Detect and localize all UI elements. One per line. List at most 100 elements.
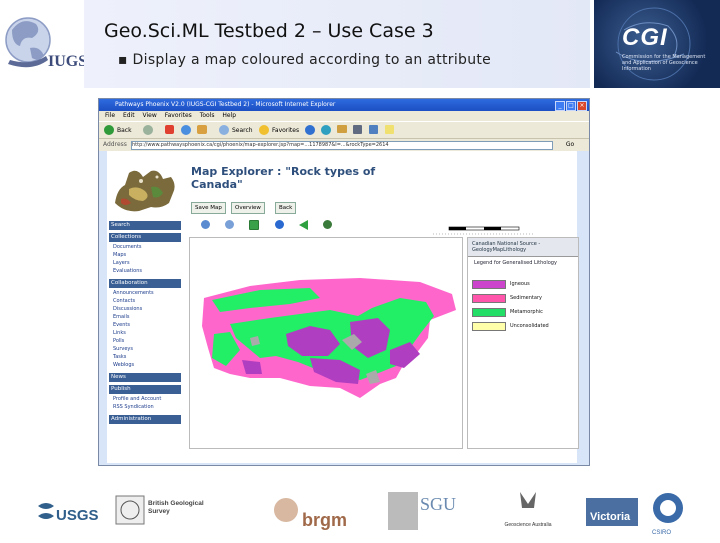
save-map-button[interactable]: Save Map [191, 202, 226, 214]
browser-title-bar: Pathways Phoenix V2.0 (IUGS-CGI Testbed … [99, 99, 589, 111]
bgs-logo: British Geological Survey [114, 486, 234, 538]
legend-swatch-sedimentary [472, 294, 506, 303]
legend-label-metamorphic: Metamorphic [510, 309, 543, 315]
sidebar-head-publish[interactable]: Publish [109, 385, 181, 394]
address-bar: Address http://www.pathwaysphoenix.ca/cg… [99, 138, 589, 151]
svg-text:Victoria: Victoria [590, 511, 631, 523]
cgi-logo: CGI Commission for the Management and Ap… [594, 0, 720, 88]
info-icon[interactable] [275, 220, 284, 229]
sidebar-item-tasks[interactable]: Tasks [113, 354, 126, 361]
legend-label-sedimentary: Sedimentary [510, 295, 542, 301]
cgi-logo-text: CGI [622, 24, 668, 51]
sidebar-item-polls[interactable]: Polls [113, 338, 124, 345]
maximize-icon[interactable]: □ [566, 101, 576, 111]
sidebar-item-weblogs[interactable]: Weblogs [113, 362, 134, 369]
svg-text:SGU: SGU [420, 494, 456, 514]
browser-menu-bar: File Edit View Favorites Tools Help [99, 111, 589, 121]
browser-window-screenshot: Pathways Phoenix V2.0 (IUGS-CGI Testbed … [98, 98, 590, 466]
sidebar-item-announcements[interactable]: Announcements [113, 290, 154, 297]
forward-icon[interactable] [143, 125, 153, 135]
stop-icon[interactable] [165, 125, 174, 134]
sidebar-head-news[interactable]: News [109, 373, 181, 382]
sidebar-head-collections[interactable]: Collections [109, 233, 181, 242]
sidebar-item-profile[interactable]: Profile and Account [113, 396, 161, 403]
close-icon[interactable]: × [577, 101, 587, 111]
sidebar-head-administration[interactable]: Administration [109, 415, 181, 424]
slide-title: Geo.Sci.ML Testbed 2 – Use Case 3 [104, 20, 434, 42]
svg-text:CSIRO: CSIRO [652, 530, 671, 536]
sidebar-item-links[interactable]: Links [113, 330, 126, 337]
sgu-logo: SGU [386, 486, 496, 538]
zoom-in-icon[interactable] [201, 220, 210, 229]
go-button[interactable]: Go [557, 140, 583, 149]
media-icon[interactable] [305, 125, 315, 135]
history-icon[interactable] [321, 125, 331, 135]
zoom-out-icon[interactable] [225, 220, 234, 229]
home-icon[interactable] [197, 125, 207, 134]
minimize-icon[interactable]: _ [555, 101, 565, 111]
sidebar-item-documents[interactable]: Documents [113, 244, 142, 251]
pan-icon[interactable] [249, 220, 259, 230]
legend-item-sedimentary: Sedimentary [472, 294, 576, 303]
legend-source-header[interactable]: Canadian National Source - GeologyMapLit… [468, 238, 578, 257]
map-explorer-title: Map Explorer : "Rock types of Canada" [191, 165, 376, 191]
sidebar-head-search[interactable]: Search [109, 221, 181, 230]
back-label[interactable]: Back [117, 127, 132, 134]
menu-favorites[interactable]: Favorites [165, 112, 192, 119]
bullet-text: Display a map coloured according to an a… [132, 52, 492, 68]
sidebar-item-contacts[interactable]: Contacts [113, 298, 135, 305]
victoria-logo: Victoria [586, 486, 642, 538]
sidebar-item-rss[interactable]: RSS Syndication [113, 404, 154, 411]
search-label[interactable]: Search [232, 127, 253, 134]
menu-edit[interactable]: Edit [123, 112, 135, 119]
search-icon[interactable] [219, 125, 229, 135]
favorites-label[interactable]: Favorites [272, 127, 299, 134]
full-extent-icon[interactable] [323, 220, 332, 229]
sidebar-navigation: Search Collections Documents Maps Layers… [109, 221, 181, 451]
legend-item-metamorphic: Metamorphic [472, 308, 576, 317]
svg-text:brgm: brgm [302, 510, 347, 530]
sidebar-item-discussions[interactable]: Discussions [113, 306, 142, 313]
legend-swatch-metamorphic [472, 308, 506, 317]
menu-help[interactable]: Help [222, 112, 236, 119]
menu-tools[interactable]: Tools [200, 112, 215, 119]
partner-logos-footer: USGS British Geological Survey brgm SGU … [0, 486, 720, 540]
legend-source-title: Canadian National Source - GeologyMapLit… [472, 241, 541, 253]
sidebar-item-events[interactable]: Events [113, 322, 130, 329]
menu-file[interactable]: File [105, 112, 115, 119]
legend-label-igneous: Igneous [510, 281, 530, 287]
legend-swatch-igneous [472, 280, 506, 289]
menu-view[interactable]: View [143, 112, 157, 119]
address-input[interactable]: http://www.pathwaysphoenix.ca/cgi/phoeni… [131, 141, 553, 150]
sidebar-item-evaluations[interactable]: Evaluations [113, 268, 142, 275]
address-label: Address [103, 141, 127, 148]
web-page: Map Explorer : "Rock types of Canada" Sa… [107, 151, 579, 463]
refresh-icon[interactable] [181, 125, 191, 135]
usgs-logo: USGS [36, 486, 102, 538]
browser-toolbar: Back Search Favorites [99, 121, 589, 138]
back-icon[interactable] [104, 125, 114, 135]
header-band [84, 0, 590, 88]
map-view[interactable] [189, 237, 463, 449]
previous-extent-icon[interactable] [299, 220, 308, 230]
sidebar-item-surveys[interactable]: Surveys [113, 346, 133, 353]
sidebar-item-emails[interactable]: Emails [113, 314, 129, 321]
legend-swatch-unconsolidated [472, 322, 506, 331]
sidebar-item-layers[interactable]: Layers [113, 260, 130, 267]
print-icon[interactable] [353, 125, 362, 134]
overview-button[interactable]: Overview [231, 202, 265, 214]
bgs-logo-text: British Geological Survey [148, 500, 204, 515]
sidebar-item-maps[interactable]: Maps [113, 252, 126, 259]
cgi-logo-subtitle: Commission for the Management and Applic… [622, 54, 706, 72]
sidebar-head-collaboration[interactable]: Collaboration [109, 279, 181, 288]
mail-icon[interactable] [337, 125, 347, 133]
favorites-icon[interactable] [259, 125, 269, 135]
svg-text:USGS: USGS [56, 507, 99, 524]
edit-icon[interactable] [369, 125, 378, 134]
map-legend: Canadian National Source - GeologyMapLit… [467, 237, 579, 449]
notes-icon[interactable] [385, 125, 394, 134]
csiro-logo: CSIRO [648, 486, 688, 538]
slide-bullet: ▪ Display a map coloured according to an… [118, 52, 491, 68]
back-button[interactable]: Back [275, 202, 297, 214]
map-toolbar [191, 219, 535, 235]
